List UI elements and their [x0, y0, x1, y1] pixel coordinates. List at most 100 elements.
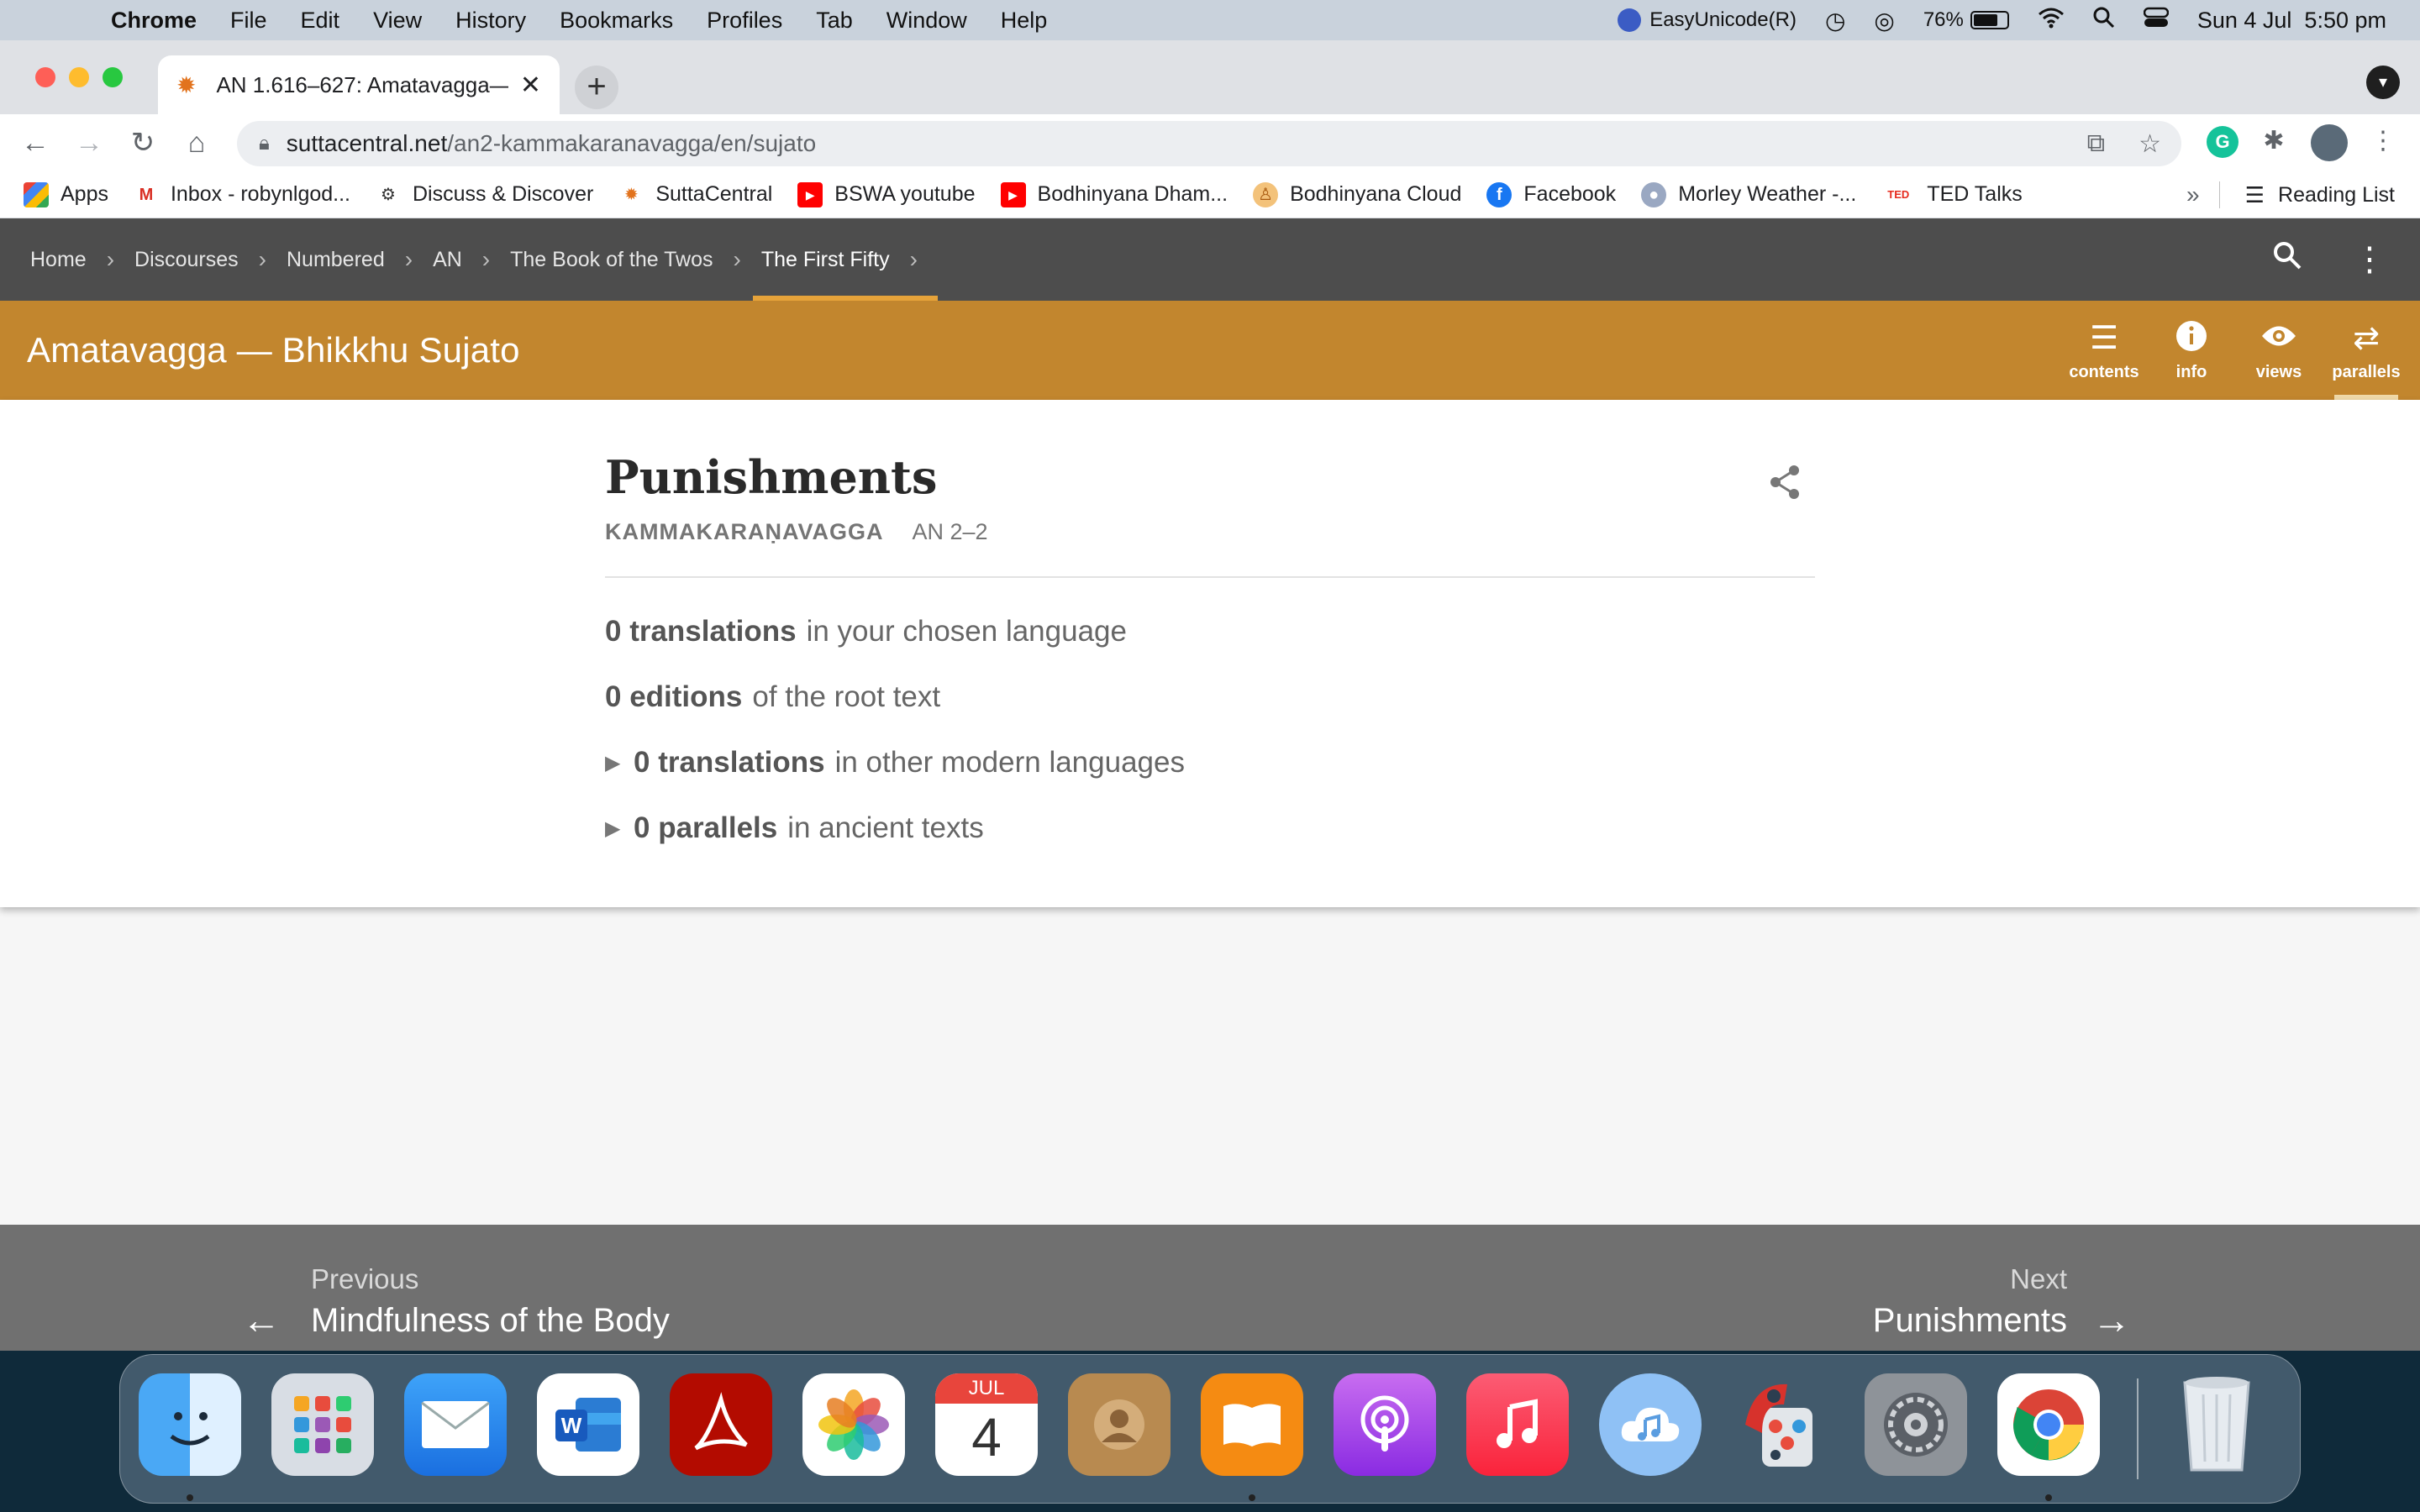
more-bookmarks-button[interactable]: » [2186, 181, 2200, 208]
new-tab-button[interactable]: + [575, 66, 618, 109]
contacts-icon[interactable] [1068, 1373, 1171, 1476]
bookmark-bodhinyana-dhamma[interactable]: ▶ Bodhinyana Dham... [1000, 181, 1228, 207]
menu-history[interactable]: History [455, 8, 526, 34]
info-button[interactable]: info [2148, 301, 2235, 400]
menubar-clock[interactable]: Sun 4 Jul 5:50 pm [2197, 8, 2386, 34]
bookmark-label: Discuss & Discover [413, 182, 594, 206]
music-icon[interactable] [1466, 1373, 1569, 1476]
macos-menu-bar: Chrome File Edit View History Bookmarks … [0, 0, 2420, 40]
zoom-window-button[interactable] [103, 67, 123, 87]
forward-icon[interactable]: → [71, 127, 108, 160]
menu-tab[interactable]: Tab [816, 8, 853, 34]
parallels-button[interactable]: ⇄ parallels [2323, 301, 2410, 400]
spotlight-search-icon[interactable] [2093, 7, 2115, 34]
bookmark-suttacentral[interactable]: ✹ SuttaCentral [618, 182, 772, 207]
minimize-window-button[interactable] [69, 67, 89, 87]
share-icon[interactable] [1768, 464, 1802, 510]
views-button[interactable]: views [2235, 301, 2323, 400]
lock-icon[interactable]: 🔒︎ [259, 132, 270, 155]
close-window-button[interactable] [35, 67, 55, 87]
bookmark-bodhinyana-cloud[interactable]: ♙ Bodhinyana Cloud [1253, 181, 1461, 207]
wifi-icon[interactable] [2038, 7, 2065, 34]
chrome-menu-icon[interactable]: ⋮ [2366, 126, 2400, 155]
bookmark-label: Inbox - robynlgod... [170, 182, 350, 206]
mail-icon[interactable] [404, 1373, 507, 1476]
divider [605, 576, 1815, 578]
bookmark-facebook[interactable]: f Facebook [1486, 181, 1616, 207]
close-tab-icon[interactable]: ✕ [520, 71, 541, 100]
reload-icon[interactable]: ↻ [124, 126, 161, 160]
youtube-icon: ▶ [797, 181, 823, 207]
breadcrumb-numbered[interactable]: Numbered › [287, 218, 433, 301]
launchpad-icon[interactable] [271, 1373, 374, 1476]
menu-app-chrome[interactable]: Chrome [111, 8, 197, 34]
menu-file[interactable]: File [230, 8, 267, 34]
breadcrumb-discourses[interactable]: Discourses › [134, 218, 287, 301]
docker-desktop-icon[interactable] [1732, 1373, 1834, 1476]
grammarly-extension-icon[interactable]: G [2207, 126, 2238, 158]
battery-status[interactable]: 76% [1923, 8, 2009, 32]
airdrop-icon[interactable]: ◎ [1874, 7, 1894, 34]
menu-profiles[interactable]: Profiles [707, 8, 782, 34]
home-icon[interactable]: ⌂ [178, 127, 215, 160]
tab-search-button[interactable]: ▾ [2366, 66, 2400, 99]
menu-help[interactable]: Help [1001, 8, 1048, 34]
extensions-puzzle-icon[interactable]: ✱ [2257, 126, 2291, 155]
bookmark-star-icon[interactable]: ☆ [2139, 129, 2161, 159]
control-center-icon[interactable] [2143, 7, 2170, 34]
bookmark-bswa-youtube[interactable]: ▶ BSWA youtube [797, 181, 976, 207]
books-icon[interactable] [1201, 1373, 1303, 1476]
bookmark-apps[interactable]: Apps [24, 181, 108, 207]
breadcrumb-label: The Book of the Twos [510, 247, 713, 271]
apps-grid-icon [24, 181, 49, 207]
bookmark-discuss[interactable]: ⚙ Discuss & Discover [376, 182, 593, 207]
time-machine-icon[interactable]: ◷ [1825, 7, 1845, 34]
breadcrumb-an[interactable]: AN › [433, 218, 510, 301]
cloud-music-icon[interactable] [1599, 1373, 1702, 1476]
next-link[interactable]: → Next Punishments [1873, 1263, 2131, 1341]
google-chrome-icon[interactable] [1997, 1373, 2100, 1476]
adobe-acrobat-icon[interactable] [670, 1373, 772, 1476]
reading-list-button[interactable]: ☰ Reading List [2218, 181, 2395, 208]
chevron-right-icon: › [106, 246, 115, 272]
bookmark-ted-talks[interactable]: TED TED Talks [1881, 182, 2022, 207]
parallels-toggle[interactable]: ▶ 0 parallels in ancient texts [605, 811, 984, 845]
microsoft-word-icon[interactable]: W [537, 1373, 639, 1476]
row-count: 0 translations [634, 746, 825, 779]
profile-avatar[interactable] [2311, 124, 2348, 161]
previous-link[interactable]: ← Previous Mindfulness of the Body [242, 1263, 670, 1341]
calendar-icon[interactable]: JUL 4 [935, 1373, 1038, 1476]
chrome-window: ✹ AN 1.616–627: Amatavagga—B ✕ + ▾ ← → ↻… [0, 40, 2420, 1351]
system-preferences-icon[interactable] [1865, 1373, 1967, 1476]
podcasts-icon[interactable] [1334, 1373, 1436, 1476]
address-bar[interactable]: 🔒︎ suttacentral.net/an2-kammakaranavagga… [237, 121, 2181, 166]
contents-label: contents [2069, 362, 2139, 381]
menu-window[interactable]: Window [886, 8, 967, 34]
reading-list-icon: ☰ [2244, 181, 2265, 207]
suttacentral-icon: ✹ [623, 185, 639, 204]
site-search-icon[interactable] [2272, 240, 2302, 279]
trash-icon[interactable] [2165, 1373, 2268, 1476]
translations-other-languages-toggle[interactable]: ▶ 0 translations in other modern languag… [605, 746, 1185, 780]
menu-edit[interactable]: Edit [301, 8, 340, 34]
breadcrumb-book-of-twos[interactable]: The Book of the Twos › [510, 218, 761, 301]
keyboard-globe-icon [1618, 8, 1642, 32]
breadcrumb-home[interactable]: Home › [30, 218, 134, 301]
menu-view[interactable]: View [373, 8, 422, 34]
finder-icon[interactable] [139, 1373, 241, 1476]
breadcrumb-label: Discourses [134, 247, 239, 271]
photos-icon[interactable] [802, 1373, 905, 1476]
active-tab[interactable]: ✹ AN 1.616–627: Amatavagga—B ✕ [158, 55, 560, 114]
bookmarks-divider [2218, 181, 2220, 208]
keyboard-input-menu[interactable]: EasyUnicode(R) [1618, 8, 1797, 32]
url-text[interactable]: suttacentral.net/an2-kammakaranavagga/en… [287, 130, 816, 157]
back-icon[interactable]: ← [17, 127, 54, 160]
breadcrumb-first-fifty[interactable]: The First Fifty › [752, 218, 939, 301]
menu-bookmarks[interactable]: Bookmarks [560, 8, 673, 34]
site-more-menu-icon[interactable]: ⋮ [2353, 240, 2386, 279]
open-in-app-icon[interactable]: ⧉ [2087, 129, 2105, 159]
contents-button[interactable]: ☰ contents [2060, 301, 2148, 400]
bookmark-morley-weather[interactable]: ● Morley Weather -... [1641, 181, 1856, 207]
parallels-label: parallels [2332, 362, 2401, 381]
bookmark-gmail[interactable]: M Inbox - robynlgod... [133, 181, 350, 207]
